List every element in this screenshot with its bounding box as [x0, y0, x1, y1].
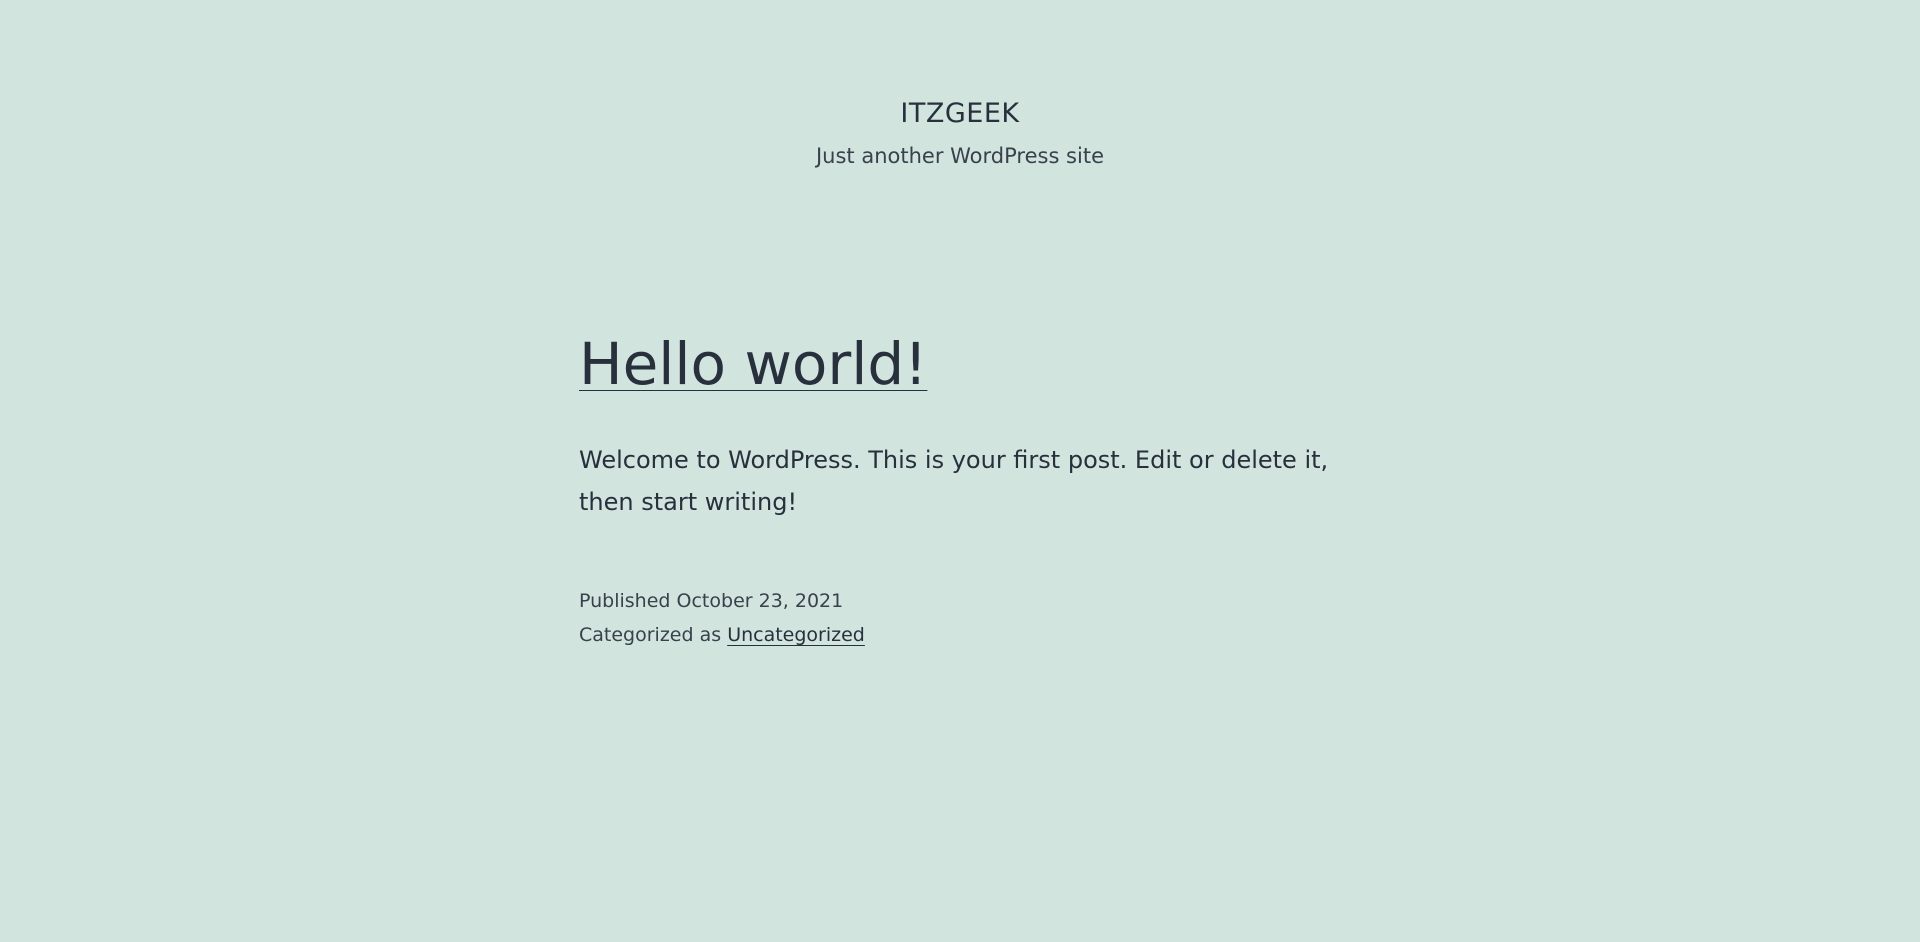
published-label: Published [579, 590, 671, 612]
post-article: Hello world! Welcome to WordPress. This … [579, 326, 1339, 646]
category-link[interactable]: Uncategorized [727, 624, 865, 646]
post-title-link[interactable]: Hello world! [579, 326, 927, 402]
post-published-line: Published October 23, 2021 [579, 584, 865, 618]
post-category-line: Categorized as Uncategorized [579, 618, 865, 652]
post-content: Welcome to WordPress. This is your first… [579, 446, 1329, 516]
site-title-link[interactable]: ITZGEEK [0, 96, 1920, 132]
site-tagline: Just another WordPress site [815, 144, 1104, 168]
published-date: October 23, 2021 [676, 590, 844, 612]
post-meta: Published October 23, 2021 Categorized a… [579, 584, 865, 652]
category-label: Categorized as [579, 624, 722, 646]
